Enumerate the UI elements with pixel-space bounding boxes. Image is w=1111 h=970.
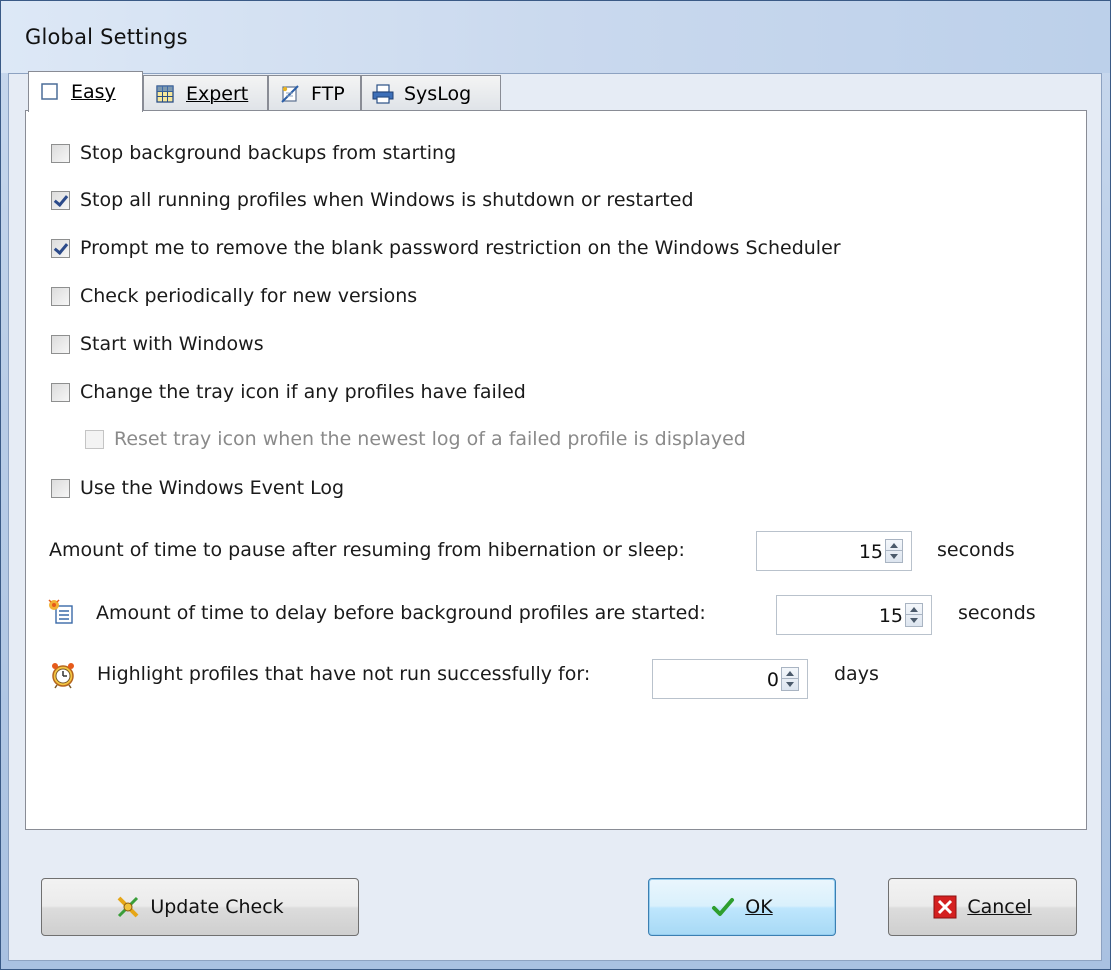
option-label: Change the tray icon if any profiles hav… xyxy=(80,381,526,403)
close-icon xyxy=(933,895,957,919)
tab-syslog-label: SysLog xyxy=(404,82,472,105)
checkbox[interactable] xyxy=(51,382,70,402)
spinner-arrows[interactable] xyxy=(905,603,923,627)
ok-button[interactable]: OK xyxy=(648,878,836,936)
tab-ftp-label: FTP xyxy=(311,82,345,105)
option-change-tray-icon[interactable]: Change the tray icon if any profiles hav… xyxy=(51,381,526,403)
checkmark-icon xyxy=(711,895,735,919)
highlight-label: Highlight profiles that have not run suc… xyxy=(97,663,591,685)
tab-ftp[interactable]: FTP xyxy=(268,75,361,111)
option-reset-tray-icon: Reset tray icon when the newest log of a… xyxy=(85,428,746,450)
schedule-icon xyxy=(47,598,75,626)
cancel-button[interactable]: Cancel xyxy=(888,878,1077,936)
option-label: Stop background backups from starting xyxy=(80,142,457,164)
tab-syslog[interactable]: SysLog xyxy=(361,75,501,111)
option-use-event-log[interactable]: Use the Windows Event Log xyxy=(51,477,344,499)
grid-icon xyxy=(154,83,176,105)
highlight-unit: days xyxy=(834,663,879,685)
option-stop-running-profiles[interactable]: Stop all running profiles when Windows i… xyxy=(51,189,694,211)
checkbox[interactable] xyxy=(51,190,70,210)
checkbox[interactable] xyxy=(51,478,70,498)
ftp-icon xyxy=(279,83,301,105)
pause-label: Amount of time to pause after resuming f… xyxy=(49,539,685,561)
option-label: Prompt me to remove the blank password r… xyxy=(80,237,841,259)
highlight-days-spinner[interactable]: 0 xyxy=(652,659,808,699)
delay-seconds-spinner[interactable]: 15 xyxy=(776,595,932,635)
tab-easy-label: Easy xyxy=(71,81,116,103)
printer-icon xyxy=(372,83,394,105)
option-stop-background-backups[interactable]: Stop background backups from starting xyxy=(51,142,456,164)
title-bar[interactable]: Global Settings xyxy=(1,1,1110,73)
cancel-label: Cancel xyxy=(967,896,1032,918)
option-label: Check periodically for new versions xyxy=(80,285,418,307)
ok-label: OK xyxy=(745,896,773,918)
option-label: Stop all running profiles when Windows i… xyxy=(80,189,694,211)
tab-expert[interactable]: Expert xyxy=(143,75,268,111)
spinner-value: 0 xyxy=(766,669,779,691)
spinner-value: 15 xyxy=(858,541,883,563)
update-check-label: Update Check xyxy=(150,896,284,918)
update-check-icon xyxy=(116,895,140,919)
checkbox[interactable] xyxy=(51,143,70,163)
checkbox[interactable] xyxy=(51,334,70,354)
alarm-clock-icon xyxy=(49,661,77,689)
option-label: Reset tray icon when the newest log of a… xyxy=(114,428,746,450)
spinner-value: 15 xyxy=(878,605,903,627)
option-label: Start with Windows xyxy=(80,333,264,355)
spinner-arrows[interactable] xyxy=(885,539,903,563)
global-settings-window: Global Settings Easy Expert FTP SysLog S… xyxy=(0,0,1111,970)
delay-label: Amount of time to delay before backgroun… xyxy=(96,602,706,624)
checkbox[interactable] xyxy=(51,286,70,306)
pause-seconds-spinner[interactable]: 15 xyxy=(756,531,912,571)
option-prompt-blank-password[interactable]: Prompt me to remove the blank password r… xyxy=(51,237,841,259)
window-title: Global Settings xyxy=(25,25,188,49)
update-check-button[interactable]: Update Check xyxy=(41,878,359,936)
easy-tab-panel xyxy=(25,110,1087,830)
tab-expert-label: Expert xyxy=(186,82,249,105)
tab-easy[interactable]: Easy xyxy=(28,71,143,112)
checkbox[interactable] xyxy=(51,238,70,258)
delay-unit: seconds xyxy=(958,602,1036,624)
option-check-new-versions[interactable]: Check periodically for new versions xyxy=(51,285,417,307)
checkbox xyxy=(85,429,104,449)
option-start-with-windows[interactable]: Start with Windows xyxy=(51,333,264,355)
option-label: Use the Windows Event Log xyxy=(80,477,345,499)
blank-page-icon xyxy=(39,81,61,103)
spinner-arrows[interactable] xyxy=(781,667,799,691)
pause-unit: seconds xyxy=(937,539,1015,561)
